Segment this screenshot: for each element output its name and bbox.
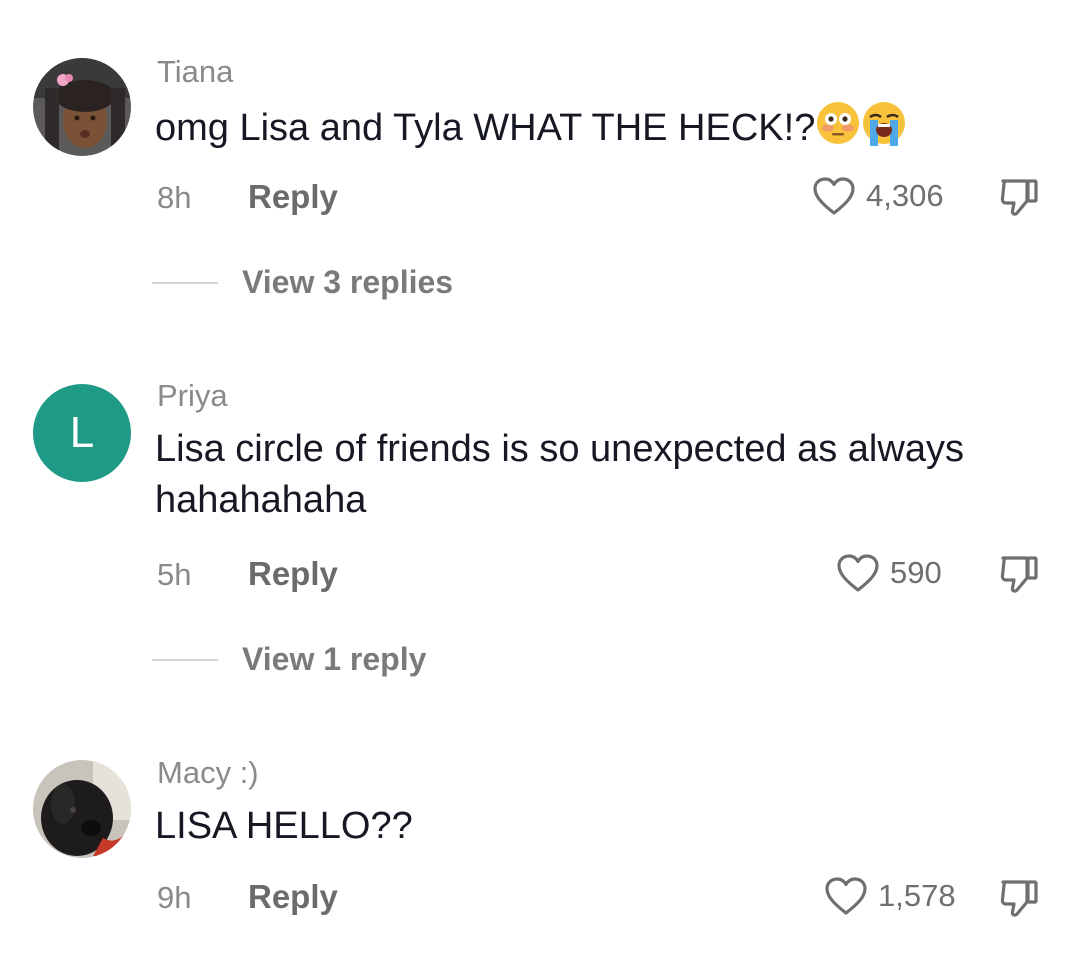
comment-text: Lisa circle of friends is so unexpected … [155, 428, 964, 521]
like-count: 1,578 [878, 878, 956, 913]
thumbs-down-icon[interactable] [997, 876, 1041, 920]
avatar[interactable] [33, 760, 131, 858]
avatar-letter: L [69, 408, 95, 457]
avatar[interactable]: L [33, 384, 131, 482]
like-button[interactable]: 1,578 [824, 876, 956, 916]
thumbs-down-icon[interactable] [997, 175, 1041, 219]
username[interactable]: Macy :) [157, 755, 259, 791]
like-count: 4,306 [866, 178, 944, 213]
avatar-photo [33, 760, 131, 858]
username[interactable]: Priya [157, 378, 228, 414]
heart-outline-icon [825, 877, 867, 915]
reply-button[interactable]: Reply [248, 878, 338, 916]
heart-outline-icon [837, 554, 879, 592]
flushed-face-emoji [815, 100, 861, 160]
comment-time: 8h [157, 180, 192, 215]
view-replies-button[interactable]: View 3 replies [242, 264, 453, 301]
avatar-photo [33, 58, 131, 156]
avatar[interactable] [33, 58, 131, 156]
comment-text: omg Lisa and Tyla WHAT THE HECK!? [155, 100, 1015, 160]
comment-text: LISA HELLO?? [155, 805, 413, 847]
loudly-crying-face-emoji [861, 100, 907, 160]
heart-outline-icon [813, 177, 855, 215]
like-button[interactable]: 590 [836, 553, 942, 593]
reply-button[interactable]: Reply [248, 178, 338, 216]
replies-divider [152, 282, 218, 284]
replies-divider [152, 659, 218, 661]
comment-time: 5h [157, 557, 192, 592]
view-replies-button[interactable]: View 1 reply [242, 641, 426, 678]
username[interactable]: Tiana [157, 54, 233, 90]
like-button[interactable]: 4,306 [812, 176, 944, 216]
comment-text-body: omg Lisa and Tyla WHAT THE HECK!? [155, 107, 816, 149]
like-count: 590 [890, 555, 942, 590]
thumbs-down-icon[interactable] [997, 552, 1041, 596]
comment-time: 9h [157, 880, 192, 915]
reply-button[interactable]: Reply [248, 555, 338, 593]
